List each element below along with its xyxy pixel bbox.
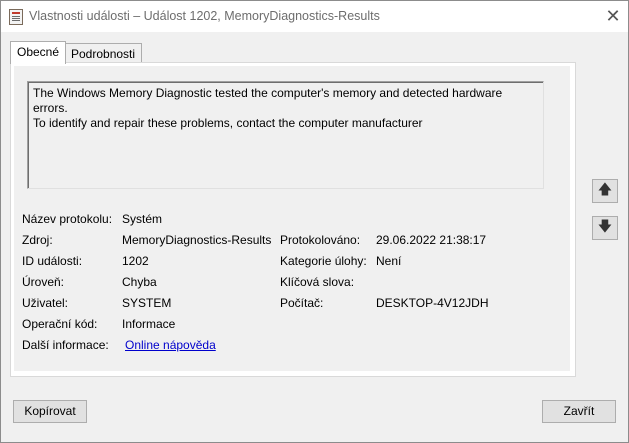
- computer-value: DESKTOP-4V12JDH: [376, 296, 489, 310]
- event-id-label: ID události:: [22, 254, 83, 268]
- general-panel-content: The Windows Memory Diagnostic tested the…: [14, 66, 570, 371]
- keywords-label: Klíčová slova:: [280, 275, 355, 289]
- next-event-button[interactable]: 🡇: [592, 216, 618, 240]
- logged-value: 29.06.2022 21:38:17: [376, 233, 487, 247]
- tab-details[interactable]: Podrobnosti: [64, 43, 143, 64]
- tab-general[interactable]: Obecné: [10, 41, 67, 64]
- arrow-up-icon: 🡅: [597, 182, 613, 198]
- log-name-value: Systém: [122, 212, 163, 226]
- more-info-label: Další informace:: [22, 338, 109, 352]
- previous-event-button[interactable]: 🡅: [592, 179, 618, 203]
- user-value: SYSTEM: [122, 296, 172, 310]
- online-help-link[interactable]: Online nápověda: [125, 338, 216, 352]
- general-panel: The Windows Memory Diagnostic tested the…: [10, 62, 576, 377]
- title-bar: Vlastnosti události – Událost 1202, Memo…: [1, 1, 628, 32]
- description-line-1: The Windows Memory Diagnostic tested the…: [33, 86, 503, 115]
- task-category-value: Není: [376, 254, 402, 268]
- source-value: MemoryDiagnostics-Results: [122, 233, 272, 247]
- event-description[interactable]: The Windows Memory Diagnostic tested the…: [27, 81, 544, 189]
- source-label: Zdroj:: [22, 233, 53, 247]
- event-viewer-icon: [9, 9, 23, 25]
- close-button[interactable]: Zavřít: [542, 400, 616, 423]
- logged-label: Protokolováno:: [280, 233, 361, 247]
- level-value: Chyba: [122, 275, 157, 289]
- copy-button[interactable]: Kopírovat: [13, 400, 87, 423]
- opcode-value: Informace: [122, 317, 176, 331]
- event-id-value: 1202: [122, 254, 149, 268]
- description-line-2: To identify and repair these problems, c…: [33, 116, 423, 130]
- opcode-label: Operační kód:: [22, 317, 98, 331]
- computer-label: Počítač:: [280, 296, 324, 310]
- window-title: Vlastnosti události – Událost 1202, Memo…: [29, 9, 380, 23]
- event-properties-window: Vlastnosti události – Událost 1202, Memo…: [0, 0, 629, 443]
- user-label: Uživatel:: [22, 296, 69, 310]
- log-name-label: Název protokolu:: [22, 212, 113, 226]
- close-icon[interactable]: ✕: [597, 1, 629, 32]
- task-category-label: Kategorie úlohy:: [280, 254, 367, 268]
- level-label: Úroveň:: [22, 275, 65, 289]
- arrow-down-icon: 🡇: [597, 219, 613, 235]
